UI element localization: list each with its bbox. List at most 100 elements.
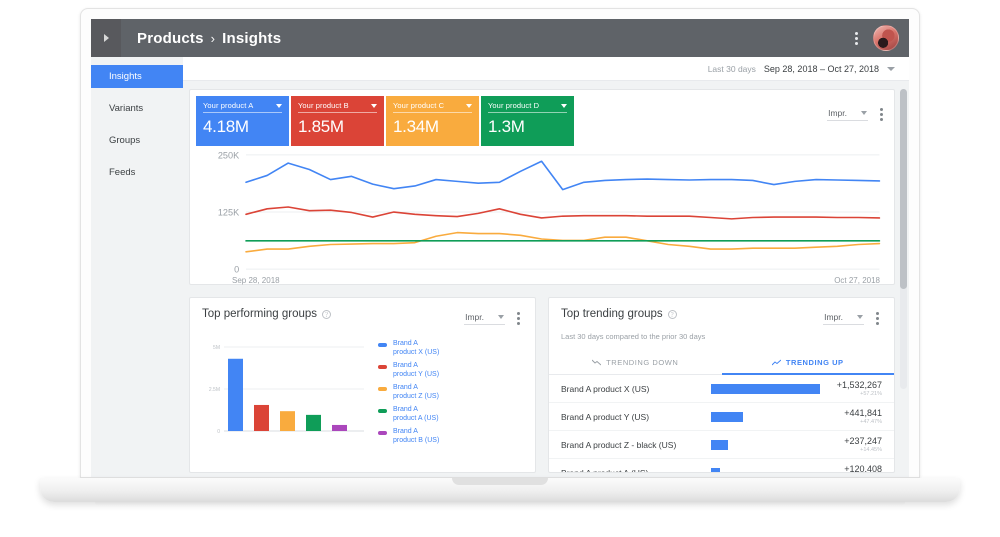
breadcrumb-current: Insights [222,29,282,47]
chevron-down-icon[interactable] [561,103,567,108]
card-title-text: Top performing groups [202,308,318,320]
legend-item[interactable]: Brand Aproduct X (US) [378,339,439,358]
metric-tile-product-c[interactable]: Your product C 1.34M [386,96,479,146]
vertical-scrollbar[interactable] [900,89,907,389]
legend-item[interactable]: Brand Aproduct Y (US) [378,361,439,380]
line-series-your-product-b [246,207,879,219]
tab-trending-up[interactable]: TRENDING UP [721,350,895,375]
card-title: Top trending groups ? [561,308,677,320]
trending-row-name: Brand A product A (US) [561,468,709,473]
chevron-down-icon[interactable] [276,103,282,108]
sidebar-item-label: Variants [109,103,144,114]
trending-row[interactable]: Brand A product X (US) +1,532,267 +57.21% [549,375,894,403]
laptop-foot [95,501,905,506]
legend-swatch-icon [378,408,387,413]
trending-row-bar-wrap [709,467,820,472]
legend-label: Brand Aproduct A (US) [393,405,439,423]
sidebar-item-insights[interactable]: Insights [91,65,183,88]
trending-row-bar [711,383,820,394]
more-vert-icon[interactable] [873,308,882,329]
tab-label: TRENDING DOWN [606,357,679,367]
metric-tile-value: 1.34M [393,117,439,136]
collapse-arrow-icon[interactable] [91,19,121,57]
breadcrumb: Products › Insights [137,30,281,47]
trending-row[interactable]: Brand A product Y (US) +441,841 +47.47% [549,403,894,431]
trending-tabs: TRENDING DOWN TRENDING UP [549,350,894,375]
sidebar-item-feeds[interactable]: Feeds [91,161,183,184]
main-scroll-area: Your product A 4.18M Your product B 1.85… [183,81,909,477]
trending-row-bar-wrap [709,383,820,394]
trending-row-name: Brand A product Z - black (US) [561,439,677,450]
sidebar-item-label: Feeds [109,167,136,178]
avatar[interactable] [873,25,899,51]
laptop-notch [452,478,548,485]
chevron-down-icon [857,315,863,319]
trending-row-values: +1,532,267 +57.21% [820,380,882,397]
date-range-label: Last 30 days [707,63,756,74]
top-performing-groups-card: Top performing groups ? Impr. 5M 2.5M 0 … [189,297,536,473]
help-icon[interactable]: ? [667,309,677,319]
bar-4[interactable] [332,424,347,431]
more-vert-icon[interactable] [877,104,886,125]
chart-card-header: Your product A 4.18M Your product B 1.85… [190,90,894,146]
body: Insights Variants Groups Feeds Last 30 d… [91,57,909,477]
legend-item[interactable]: Brand Aproduct A (US) [378,405,439,424]
top-trending-groups-card: Top trending groups ? Impr. Last 30 days… [548,297,895,473]
chart-end-date: Oct 27, 2018 [834,276,880,286]
trending-row-bar-wrap [709,439,820,450]
chevron-down-icon [498,315,504,319]
content-area: Last 30 days Sep 28, 2018 – Oct 27, 2018… [183,57,909,477]
chevron-down-icon[interactable] [466,103,472,108]
sidebar: Insights Variants Groups Feeds [91,57,183,477]
sidebar-item-label: Groups [109,135,141,146]
legend-label: Brand Aproduct Y (US) [393,361,440,379]
help-icon[interactable]: ? [322,309,332,319]
performance-chart-card: Your product A 4.18M Your product B 1.85… [189,89,895,285]
tab-trending-down[interactable]: TRENDING DOWN [549,350,722,374]
chevron-down-icon[interactable] [371,103,377,108]
chart-date-axis: Sep 28, 2018 Oct 27, 2018 [190,276,894,291]
metric-tile-product-d[interactable]: Your product D 1.3M [481,96,574,146]
card-title: Top performing groups ? [202,308,332,320]
date-range-value[interactable]: Sep 28, 2018 – Oct 27, 2018 [764,64,879,74]
date-range-bar: Last 30 days Sep 28, 2018 – Oct 27, 2018 [183,57,909,81]
chevron-down-icon[interactable] [887,66,895,71]
more-vert-icon[interactable] [852,28,861,49]
metric-tile-name: Your product B [298,101,349,110]
laptop-device-frame: Products › Insights Insights Variants Gr… [80,8,920,478]
chevron-down-icon [861,111,867,115]
trending-row-bar-wrap [709,411,820,422]
bar-1[interactable] [254,404,269,431]
trending-row-percent: +57.21% [860,391,882,397]
metric-tile-product-b[interactable]: Your product B 1.85M [291,96,384,146]
chart-metric-select[interactable]: Impr. [827,108,868,121]
trending-row-values: +120,408+46.56% [820,464,882,472]
sidebar-item-variants[interactable]: Variants [91,97,183,120]
metric-select[interactable]: Impr. [464,312,505,325]
metric-select-value: Impr. [824,312,843,322]
trending-row[interactable]: Brand A product A (US) +120,408+46.56% [549,459,894,472]
legend-item[interactable]: Brand Aproduct B (US) [378,427,439,446]
legend-swatch-icon [378,386,387,391]
trending-row-delta: +441,841 [844,408,882,418]
bar-0[interactable] [228,358,243,431]
metric-tile-value: 4.18M [203,117,249,136]
metric-tile-name: Your product A [203,101,254,110]
bar-3[interactable] [306,414,321,431]
y-tick-125k: 125K [218,207,239,217]
card-header: Top performing groups ? Impr. [190,298,535,329]
y-tick-250k: 250K [218,150,239,160]
trending-row-delta: +1,532,267 [836,380,882,390]
legend-item[interactable]: Brand Aproduct Z (US) [378,383,439,402]
metric-select[interactable]: Impr. [823,312,864,325]
sidebar-item-groups[interactable]: Groups [91,129,183,152]
metric-select-value: Impr. [465,312,484,322]
card-title-text: Top trending groups [561,308,663,320]
trending-row[interactable]: Brand A product Z - black (US) +237,247 +1… [549,431,894,459]
more-vert-icon[interactable] [514,308,523,329]
metric-tile-product-a[interactable]: Your product A 4.18M [196,96,289,146]
breadcrumb-root[interactable]: Products [137,30,204,47]
legend-label: Brand Aproduct X (US) [393,340,440,357]
trending-row-bar [711,411,743,422]
bar-2[interactable] [280,411,295,431]
